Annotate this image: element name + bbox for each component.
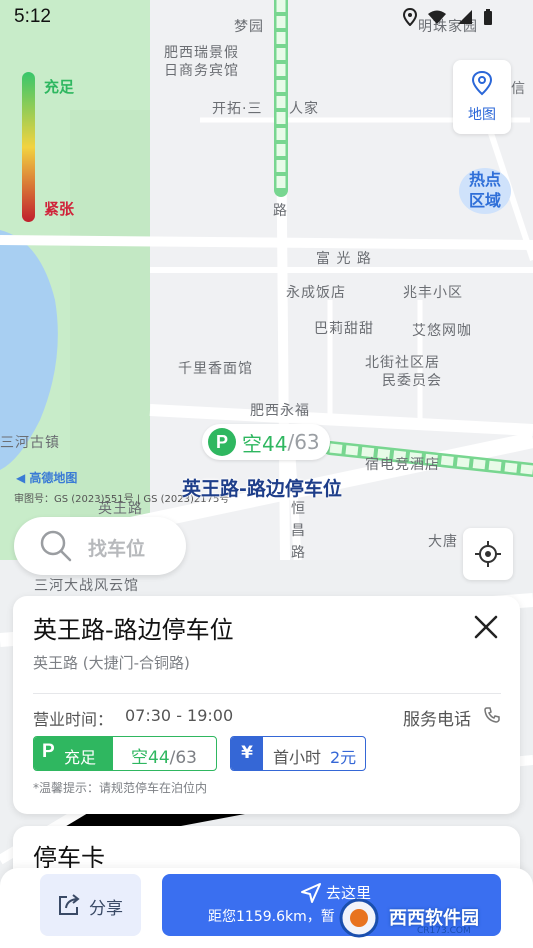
total-spots: /63 [169,748,197,768]
map-pin-icon [471,70,493,96]
fee-value: 2元 [330,748,357,767]
parking-p-letter: P [42,741,55,762]
free-spots: 空44 [131,748,170,768]
map-label: 日商务宾馆 [164,63,239,79]
share-icon [59,894,80,915]
amap-logo: ◀ 高德地图 [16,471,78,485]
parking-free-count: 空44 [242,431,288,456]
parking-availability: 空44/63 [131,743,197,768]
parking-marker-name[interactable]: 英王路-路边停车位 [182,474,342,501]
parking-info-card: 英王路-路边停车位 英王路 (大捷门-合铜路) 营业时间： 07:30 - 19… [13,596,520,814]
share-button[interactable]: 分享 [40,874,141,936]
map-label: 肥西瑞景假 [164,45,239,61]
parking-p-icon: P [208,428,236,456]
card-divider [33,693,501,694]
map-label: 宿电竞酒店 [365,457,440,473]
location-icon [403,8,417,26]
parking-tip: *温馨提示：请规范停车在泊位内 [33,781,208,795]
close-icon[interactable] [471,612,501,642]
map-label: 民委员会 [382,373,442,389]
map-label: 富 光 路 [316,251,372,267]
find-parking-label: 找车位 [88,538,146,560]
hot-zone-line1: 热点 [468,170,501,189]
map-label: 恒 [291,501,306,517]
map-label: 路 [291,545,306,561]
map-label: 兆丰小区 [403,285,463,301]
map-label: 开拓·三 [212,101,263,117]
distance-text: 距您1159.6km，暂 [208,909,335,925]
legend-top-label: 充足 [44,78,75,96]
fee-tag: ¥ 首小时 2元 [230,736,366,771]
map-label: 路 [273,203,288,219]
parking-total-count: /63 [287,430,320,454]
hot-zone-button[interactable]: 热点 区域 [458,166,512,216]
service-phone-button[interactable]: 服务电话 [403,705,471,730]
parking-status-left: P 充足 [34,737,113,770]
legend-bottom-label: 紧张 [44,200,75,218]
phone-icon[interactable] [483,706,501,724]
parking-status: 充足 [64,748,97,767]
map-label: 永成饭店 [286,285,346,301]
watermark-logo [339,898,379,938]
parking-status-tag: P 充足 空44/63 [33,736,217,771]
map-label: 信 [511,81,526,97]
map-label: 三河古镇 [0,435,60,451]
map-label: 千里香面馆 [178,361,253,377]
search-icon [40,530,72,562]
crosshair-icon [475,541,501,567]
hot-zone-label: 热点 区域 [458,166,512,211]
map-label: 昌 [291,523,306,539]
parking-marker[interactable]: P 空44 /63 [202,424,330,460]
congestion-legend: 充足 紧张 [22,70,82,222]
map-label: 巴莉甜甜 [314,321,374,337]
map-mode-label: 地图 [468,107,496,123]
status-bar: 5:12 [0,0,533,36]
hours-value: 07:30 - 19:00 [125,706,234,725]
navigate-arrow-icon [301,883,321,903]
hot-zone-line2: 区域 [468,191,501,210]
map-label: 北街社区居 [365,355,440,371]
wifi-icon [428,10,446,24]
map-label: 三河大战风云馆 [34,578,139,594]
yuan-icon: ¥ [231,737,263,770]
map-label: 艾悠网咖 [412,323,472,339]
map-label: 大唐 [428,534,458,550]
map-label: 人家 [289,101,319,117]
signal-icon [458,10,472,24]
map-label: 肥西永福 [250,403,310,419]
amap-brand: 高德地图 [29,471,78,485]
legend-gradient-bar [22,72,35,222]
watermark: 西西软件园 CR173.COM [333,896,513,940]
map-mode-button[interactable]: 地图 [453,60,511,134]
find-parking-button[interactable]: 找车位 [14,517,186,575]
fee-label: 首小时 [273,748,322,767]
battery-icon [484,9,492,25]
parking-subtitle: 英王路 (大捷门-合铜路) [33,654,190,672]
status-icons [403,8,493,26]
share-label: 分享 [89,899,123,919]
parking-title: 英王路-路边停车位 [33,616,234,644]
hours-label: 营业时间： [33,710,114,729]
locate-button[interactable] [463,528,513,580]
watermark-sub: CR173.COM [417,926,471,936]
status-time: 5:12 [14,6,51,27]
